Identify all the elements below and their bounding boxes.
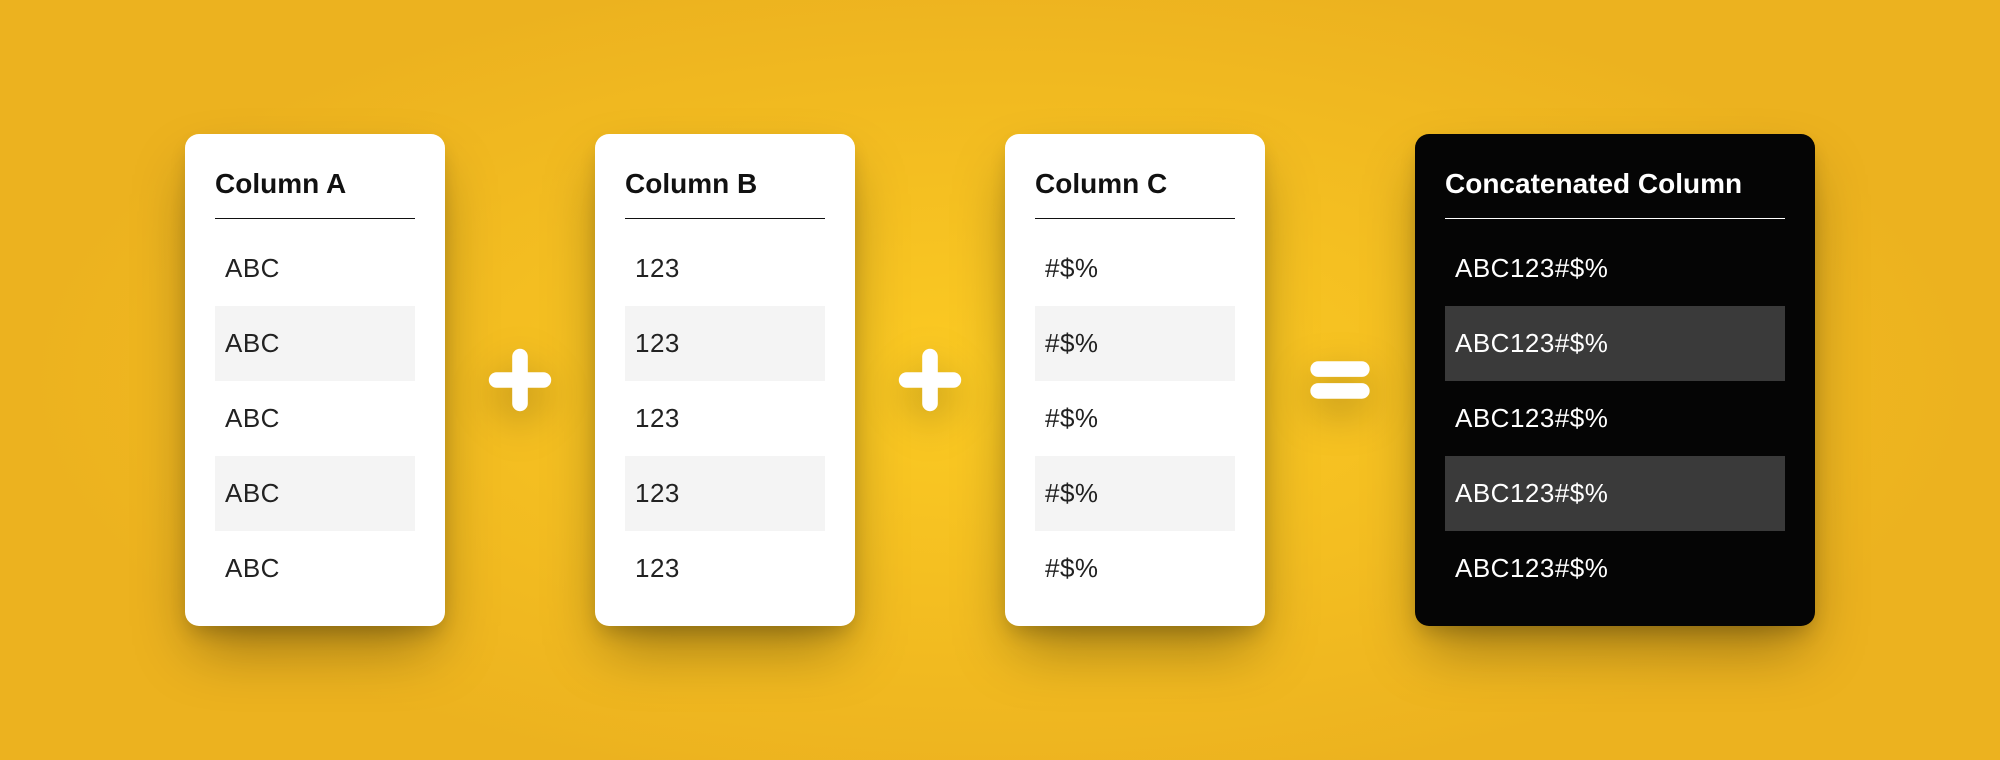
column-b-card: Column B 123 123 123 123 123 [595,134,855,626]
table-row: 123 [625,231,825,306]
equals-icon [1301,341,1379,419]
table-row: ABC123#$% [1445,381,1785,456]
table-row: 123 [625,306,825,381]
table-row: ABC123#$% [1445,531,1785,606]
table-row: ABC123#$% [1445,306,1785,381]
table-row: ABC [215,531,415,606]
table-row: 123 [625,381,825,456]
column-a-header: Column A [215,168,415,219]
result-column-card: Concatenated Column ABC123#$% ABC123#$% … [1415,134,1815,626]
table-row: ABC [215,306,415,381]
table-row: ABC123#$% [1445,231,1785,306]
table-row: ABC [215,231,415,306]
table-row: 123 [625,531,825,606]
table-row: #$% [1035,531,1235,606]
plus-icon [481,341,559,419]
table-row: #$% [1035,306,1235,381]
table-row: ABC [215,381,415,456]
table-row: #$% [1035,231,1235,306]
result-column-header: Concatenated Column [1445,168,1785,219]
column-c-header: Column C [1035,168,1235,219]
table-row: ABC123#$% [1445,456,1785,531]
table-row: #$% [1035,381,1235,456]
table-row: 123 [625,456,825,531]
plus-icon [891,341,969,419]
concatenation-diagram: Column A ABC ABC ABC ABC ABC Column B 12… [185,134,1815,626]
table-row: ABC [215,456,415,531]
column-b-header: Column B [625,168,825,219]
column-a-card: Column A ABC ABC ABC ABC ABC [185,134,445,626]
column-c-card: Column C #$% #$% #$% #$% #$% [1005,134,1265,626]
table-row: #$% [1035,456,1235,531]
